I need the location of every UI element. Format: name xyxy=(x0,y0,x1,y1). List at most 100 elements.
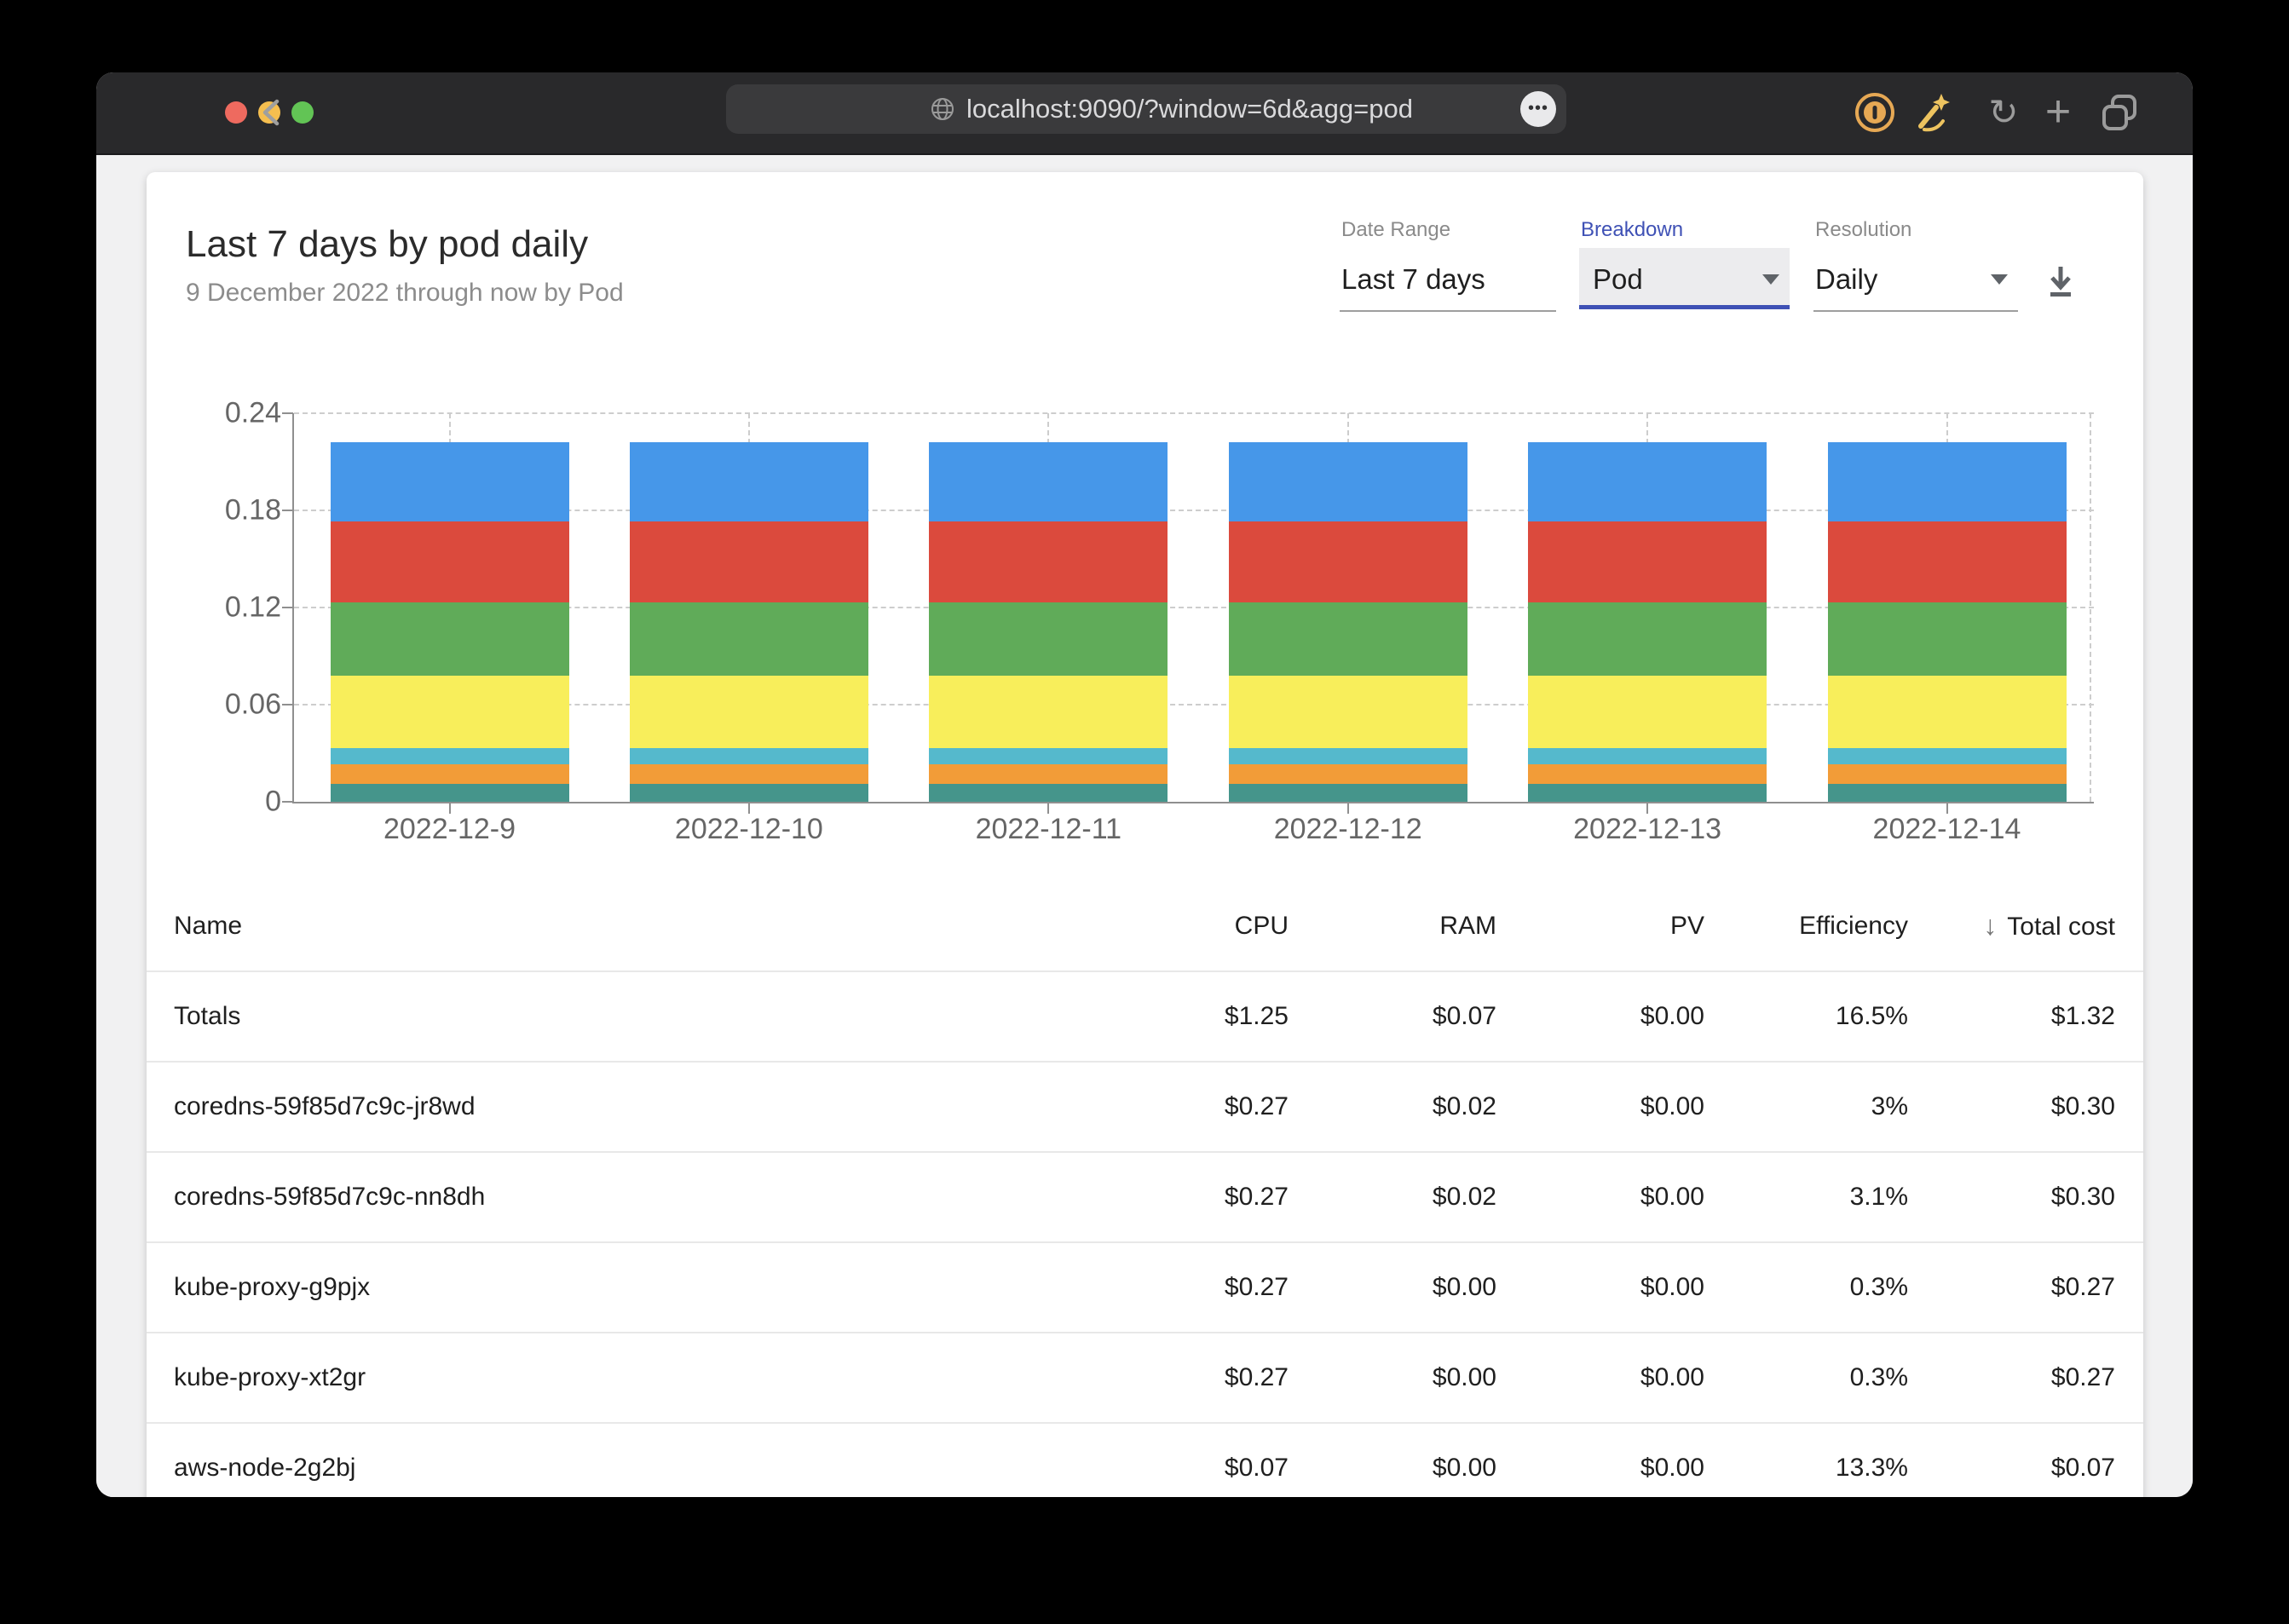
bar-segment-segment-red xyxy=(330,521,569,603)
tabs-overview-icon xyxy=(2102,95,2136,130)
cell-efficiency: 3% xyxy=(1704,1062,1908,1153)
wand-extension-button[interactable] xyxy=(1912,92,1953,133)
y-axis-label: 0.24 xyxy=(224,396,281,429)
browser-window: localhost:9090/?window=6d&agg=pod ••• ↻ … xyxy=(96,72,2193,1497)
cell-name: kube-proxy-g9pjx xyxy=(147,1242,1084,1333)
bar-segment-segment-blue xyxy=(629,442,868,522)
column-header-name[interactable]: Name xyxy=(147,881,1084,972)
bar-segment-segment-red xyxy=(629,521,868,603)
browser-toolbar: localhost:9090/?window=6d&agg=pod ••• ↻ … xyxy=(96,72,2193,155)
bar-segment-segment-teal xyxy=(1528,784,1767,802)
cell-ram: $0.07 xyxy=(1289,971,1496,1063)
cell-cpu: $0.07 xyxy=(1084,1423,1289,1497)
cell-cpu: $0.27 xyxy=(1084,1062,1289,1153)
bar-segment-segment-orange xyxy=(929,764,1168,785)
cell-name: aws-node-2g2bj xyxy=(147,1423,1084,1497)
cell-pv: $0.00 xyxy=(1496,1152,1704,1243)
cell-pv: $0.00 xyxy=(1496,1423,1704,1497)
cell-total-cost: $0.07 xyxy=(1908,1423,2143,1497)
column-header-total-cost[interactable]: ↓ Total cost xyxy=(1908,881,2143,972)
desktop-background: localhost:9090/?window=6d&agg=pod ••• ↻ … xyxy=(0,0,2289,1624)
cell-ram: $0.02 xyxy=(1289,1062,1496,1153)
table-row[interactable]: aws-node-2g2bj $0.07 $0.00 $0.00 13.3% $0.07 xyxy=(147,1423,2143,1497)
onepassword-extension-button[interactable] xyxy=(1854,92,1895,133)
y-axis-tick xyxy=(282,510,293,511)
cell-pv: $0.00 xyxy=(1496,1062,1704,1153)
cell-name: coredns-59f85d7c9c-jr8wd xyxy=(147,1062,1084,1153)
onepassword-icon xyxy=(1855,93,1894,132)
column-header-efficiency[interactable]: Efficiency xyxy=(1704,881,1908,972)
bar-stack xyxy=(1528,442,1767,802)
cell-ram: $0.00 xyxy=(1289,1333,1496,1424)
bar-segment-segment-teal xyxy=(1827,784,2067,802)
bar-segment-segment-green xyxy=(1827,602,2067,676)
bar-segment-segment-cyan xyxy=(1827,748,2067,765)
bar-segment-segment-green xyxy=(330,602,569,676)
cell-total-cost: $0.30 xyxy=(1908,1062,2143,1153)
bar-segment-segment-teal xyxy=(929,784,1168,802)
close-window-button[interactable] xyxy=(225,101,247,124)
table-row[interactable]: kube-proxy-g9pjx $0.27 $0.00 $0.00 0.3% $0.27 xyxy=(147,1242,2143,1333)
cell-total-cost: $0.27 xyxy=(1908,1333,2143,1424)
bar-segment-segment-orange xyxy=(1228,764,1467,785)
chevron-left-icon xyxy=(262,99,280,126)
y-axis-label: 0.18 xyxy=(224,493,281,527)
cell-name: coredns-59f85d7c9c-nn8dh xyxy=(147,1152,1084,1243)
bar-segment-segment-yellow xyxy=(330,675,569,749)
new-tab-button[interactable]: + xyxy=(2038,89,2079,134)
reload-button[interactable]: ↻ xyxy=(1983,92,2024,133)
bar-segment-segment-green xyxy=(1528,602,1767,676)
cell-ram: $0.00 xyxy=(1289,1242,1496,1333)
cell-name: Totals xyxy=(147,971,1084,1063)
table-row[interactable]: coredns-59f85d7c9c-nn8dh $0.27 $0.02 $0.00 3… xyxy=(147,1152,2143,1243)
y-axis-tick xyxy=(282,412,293,414)
bar-segment-segment-yellow xyxy=(629,675,868,749)
bar-segment-segment-cyan xyxy=(330,748,569,765)
bar-segment-segment-orange xyxy=(629,764,868,785)
x-axis-label: 2022-12-9 xyxy=(383,813,516,845)
back-button[interactable] xyxy=(254,94,291,131)
cell-total-cost: $0.30 xyxy=(1908,1152,2143,1243)
bar-segment-segment-teal xyxy=(629,784,868,802)
address-bar[interactable]: localhost:9090/?window=6d&agg=pod ••• xyxy=(726,84,1566,134)
bar-segment-segment-blue xyxy=(330,442,569,522)
cell-efficiency: 16.5% xyxy=(1704,971,1908,1063)
bar-segment-segment-cyan xyxy=(929,748,1168,765)
bar-stack xyxy=(929,442,1168,802)
cell-pv: $0.00 xyxy=(1496,1333,1704,1424)
y-axis-line xyxy=(292,413,294,803)
tab-overview-button[interactable] xyxy=(2099,92,2140,133)
bar-segment-segment-yellow xyxy=(1228,675,1467,749)
cell-efficiency: 0.3% xyxy=(1704,1333,1908,1424)
cell-cpu: $1.25 xyxy=(1084,971,1289,1063)
bar-segment-segment-red xyxy=(1228,521,1467,603)
cell-efficiency: 3.1% xyxy=(1704,1152,1908,1243)
cell-ram: $0.00 xyxy=(1289,1423,1496,1497)
zoom-window-button[interactable] xyxy=(291,101,314,124)
table-body: Totals $1.25 $0.07 $0.00 16.5% $1.32 coredns-5… xyxy=(147,971,2143,1497)
x-axis-label: 2022-12-12 xyxy=(1273,813,1422,845)
column-header-cpu[interactable]: CPU xyxy=(1084,881,1289,972)
cell-pv: $0.00 xyxy=(1496,971,1704,1063)
bar-segment-segment-teal xyxy=(330,784,569,802)
table-row[interactable]: Totals $1.25 $0.07 $0.00 16.5% $1.32 xyxy=(147,971,2143,1063)
cell-pv: $0.00 xyxy=(1496,1242,1704,1333)
bar-segment-segment-blue xyxy=(1528,442,1767,522)
cell-name: kube-proxy-xt2gr xyxy=(147,1333,1084,1424)
bar-segment-segment-yellow xyxy=(929,675,1168,749)
cell-cpu: $0.27 xyxy=(1084,1152,1289,1243)
magic-wand-icon xyxy=(1918,94,1950,132)
page-menu-button[interactable]: ••• xyxy=(1520,91,1556,127)
table-row[interactable]: coredns-59f85d7c9c-jr8wd $0.27 $0.02 $0.00 3… xyxy=(147,1062,2143,1153)
cell-total-cost: $0.27 xyxy=(1908,1242,2143,1333)
column-header-ram[interactable]: RAM xyxy=(1289,881,1496,972)
cell-cpu: $0.27 xyxy=(1084,1242,1289,1333)
column-header-pv[interactable]: PV xyxy=(1496,881,1704,972)
table-header-row: Name CPU RAM PV Efficiency ↓ Total cost xyxy=(147,881,2143,972)
table-row[interactable]: kube-proxy-xt2gr $0.27 $0.00 $0.00 0.3% $0.27 xyxy=(147,1333,2143,1424)
page-background: Last 7 days by pod daily 9 December 2022… xyxy=(96,155,2193,1497)
x-axis-label: 2022-12-11 xyxy=(975,813,1121,845)
y-axis-tick xyxy=(282,704,293,705)
bar-stack xyxy=(629,442,868,802)
cell-efficiency: 0.3% xyxy=(1704,1242,1908,1333)
